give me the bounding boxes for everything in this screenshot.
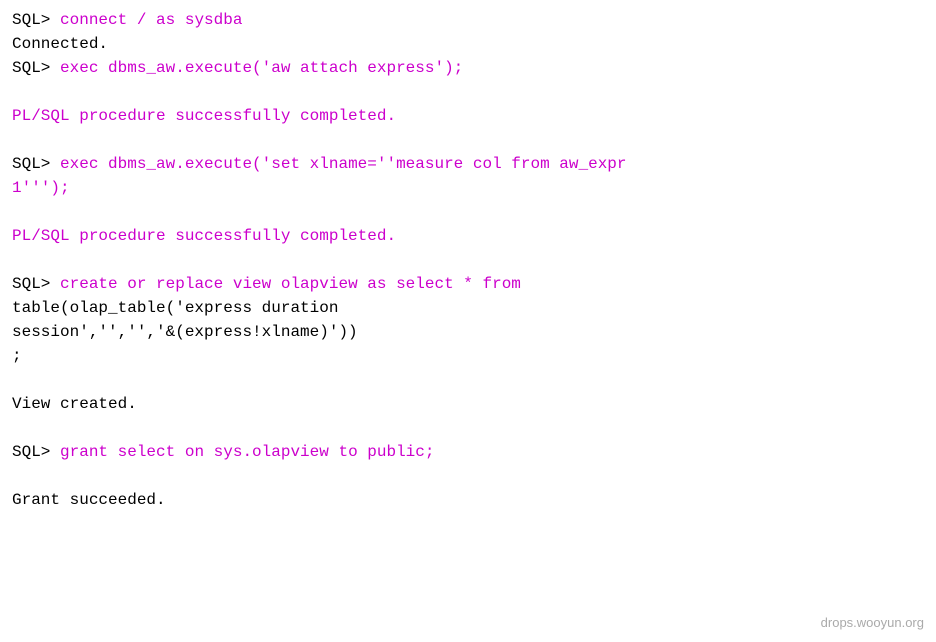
empty-line — [12, 128, 924, 152]
terminal-line: SQL> exec dbms_aw.execute('aw attach exp… — [12, 56, 924, 80]
terminal-line: Connected. — [12, 32, 924, 56]
terminal-line: session','','','&(express!xlname)')) — [12, 320, 924, 344]
terminal-line: View created. — [12, 392, 924, 416]
terminal-line: PL/SQL procedure successfully completed. — [12, 104, 924, 128]
terminal-content: SQL> connect / as sysdbaConnected.SQL> e… — [12, 8, 924, 512]
terminal-line: PL/SQL procedure successfully completed. — [12, 224, 924, 248]
terminal-line: SQL> grant select on sys.olapview to pub… — [12, 440, 924, 464]
terminal-line: Grant succeeded. — [12, 488, 924, 512]
terminal-line: SQL> create or replace view olapview as … — [12, 272, 924, 296]
terminal-line: ; — [12, 344, 924, 368]
empty-line — [12, 80, 924, 104]
empty-line — [12, 464, 924, 488]
terminal-window: SQL> connect / as sysdbaConnected.SQL> e… — [0, 0, 936, 642]
terminal-line: table(olap_table('express duration — [12, 296, 924, 320]
empty-line — [12, 200, 924, 224]
terminal-line: 1'''); — [12, 176, 924, 200]
watermark: drops.wooyun.org — [821, 613, 924, 633]
terminal-line: SQL> exec dbms_aw.execute('set xlname=''… — [12, 152, 924, 176]
empty-line — [12, 368, 924, 392]
empty-line — [12, 416, 924, 440]
terminal-line: SQL> connect / as sysdba — [12, 8, 924, 32]
empty-line — [12, 248, 924, 272]
